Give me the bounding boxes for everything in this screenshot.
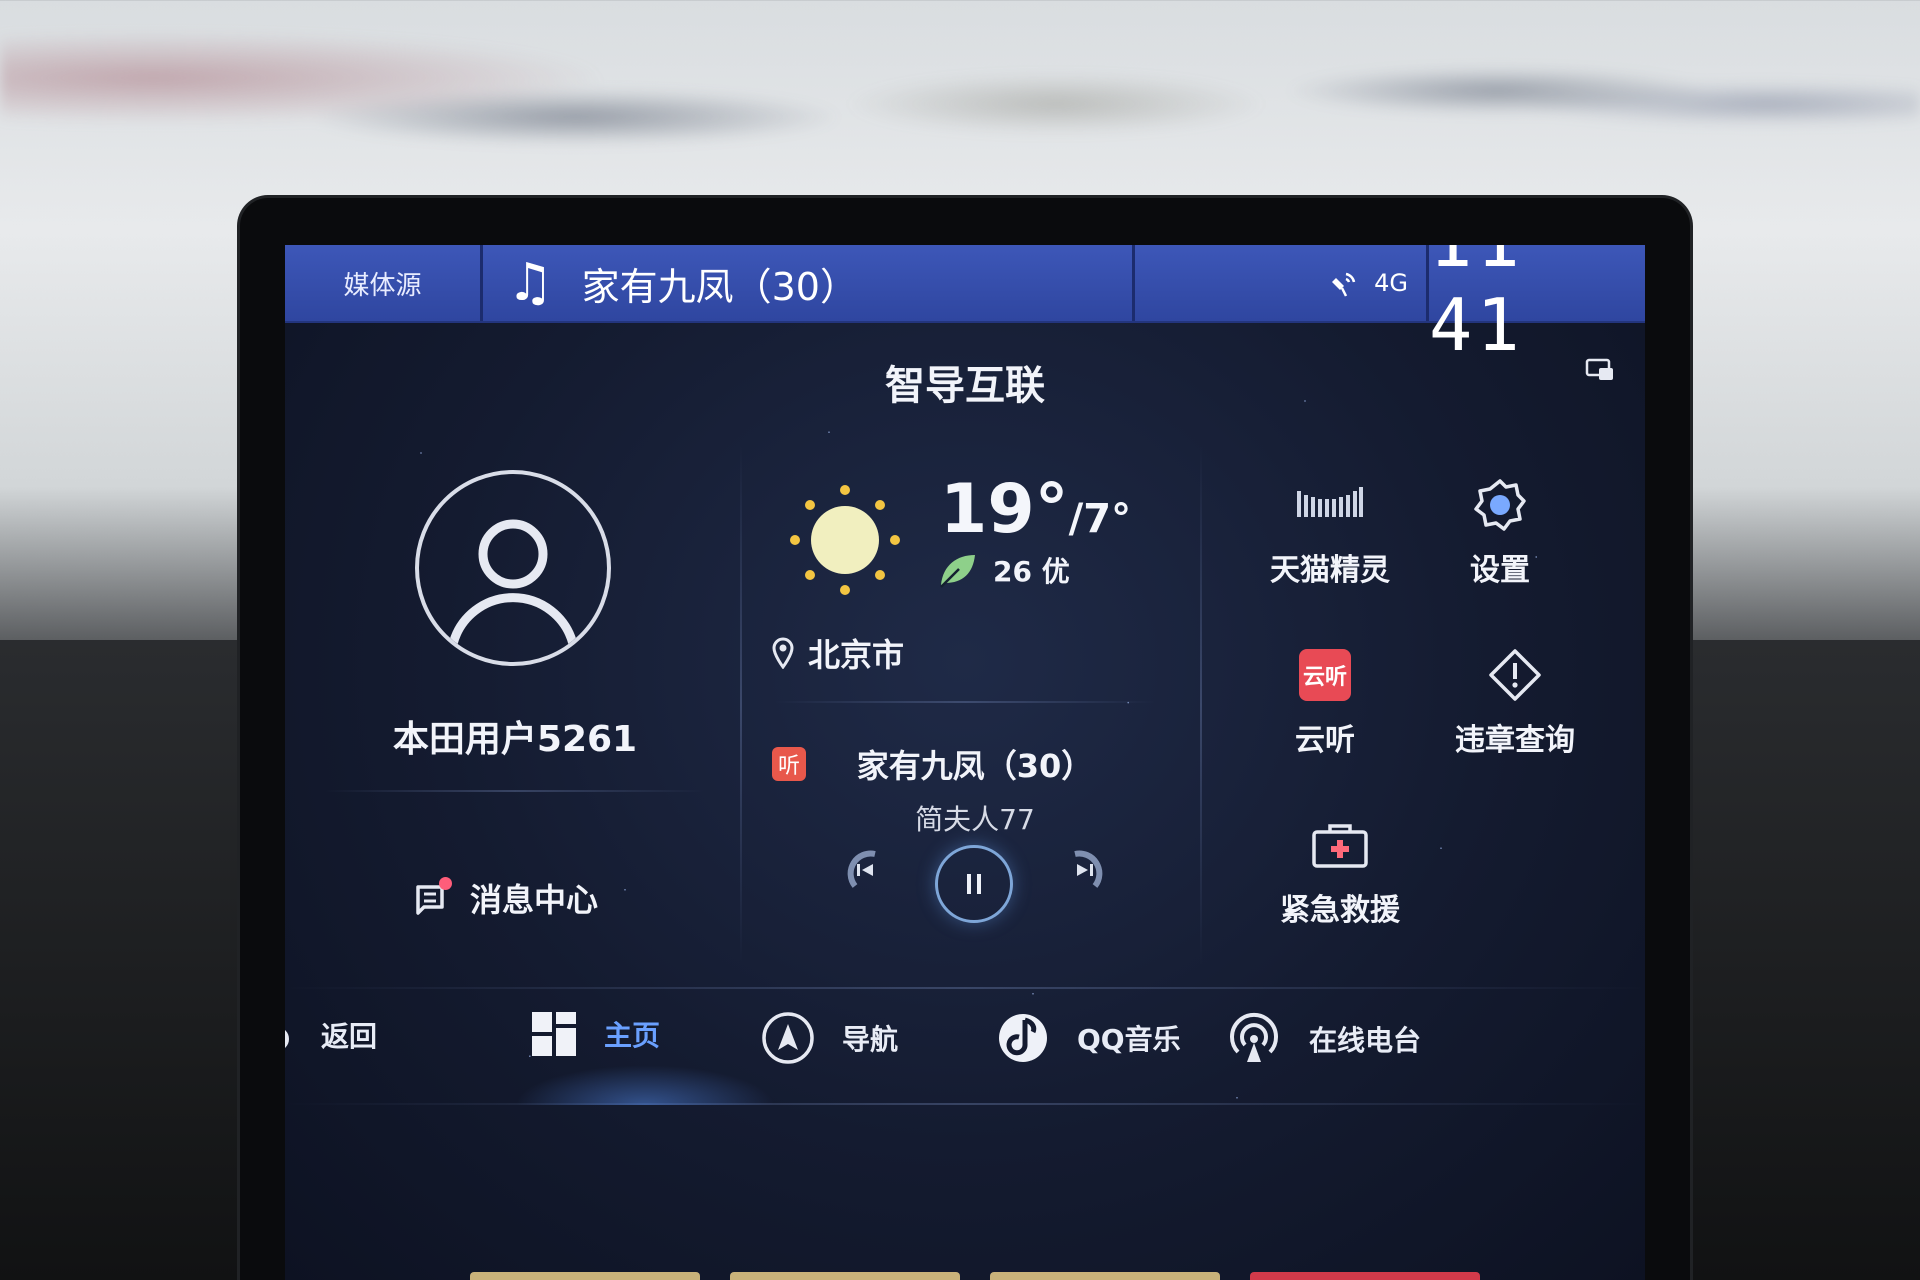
- sunny-weather-icon: [790, 485, 900, 595]
- message-center-label: 消息中心: [470, 881, 599, 919]
- radio-broadcast-icon: [1230, 1012, 1278, 1062]
- warning-diamond-icon: [1480, 645, 1550, 705]
- back-arrow-icon: [285, 1030, 289, 1048]
- connectivity-status: 4G: [1135, 245, 1429, 321]
- music-note-icon: ♫: [507, 253, 554, 313]
- app-label: 设置: [1470, 553, 1530, 588]
- next-track-button[interactable]: [1060, 845, 1110, 895]
- app-yunting[interactable]: 云听 云听: [1290, 645, 1360, 759]
- lower-tab[interactable]: [990, 1272, 1220, 1280]
- media-source-label: 媒体源: [343, 270, 422, 301]
- network-type: 4G: [1374, 269, 1408, 297]
- active-tab-glow: [515, 1065, 775, 1105]
- app-label: 紧急救援: [1280, 893, 1400, 928]
- yunting-icon: 云听: [1290, 645, 1360, 705]
- lower-tab[interactable]: [1250, 1272, 1480, 1280]
- app-label: 违章查询: [1455, 723, 1575, 758]
- dock-qq-music-button[interactable]: QQ音乐: [995, 1010, 1181, 1066]
- app-settings[interactable]: 设置: [1465, 475, 1535, 589]
- status-bar: 媒体源 ♫ 家有九凤（30） 4G 11 41: [285, 245, 1645, 367]
- dock-navigation-button[interactable]: 导航: [760, 1010, 898, 1066]
- notification-dot: [439, 877, 452, 890]
- user-avatar[interactable]: [415, 470, 611, 666]
- row-divider: [325, 790, 705, 792]
- app-label: 云听: [1295, 723, 1355, 758]
- navigation-icon: [762, 1012, 814, 1064]
- media-source-button[interactable]: 媒体源: [285, 245, 483, 321]
- app-violation-query[interactable]: 违章查询: [1455, 645, 1575, 759]
- play-pause-button[interactable]: [935, 845, 1013, 923]
- message-icon: [410, 877, 452, 919]
- clock: 11 41: [1429, 245, 1645, 367]
- city-name: 北京市: [808, 636, 905, 674]
- song-title: 家有九凤（30）: [856, 747, 1094, 785]
- user-avatar-icon: [448, 519, 578, 646]
- row-divider: [775, 701, 1155, 703]
- location-pin-icon: [772, 637, 794, 669]
- lower-tab-strip: [285, 1260, 1645, 1280]
- dock-back-button[interactable]: 返回: [285, 1015, 377, 1055]
- temperature-low: 7°: [1083, 496, 1132, 542]
- column-divider: [1200, 445, 1202, 965]
- temperature: 19°/7°: [940, 470, 1132, 549]
- screen-mode-icon[interactable]: [1585, 357, 1615, 383]
- page-title: 智导互联: [885, 363, 1045, 409]
- pause-icon: [967, 874, 981, 894]
- dock-navigation-label: 导航: [842, 1023, 899, 1056]
- qq-music-icon: [999, 1014, 1047, 1062]
- message-center-button[interactable]: 消息中心: [410, 875, 598, 921]
- lower-tab[interactable]: [730, 1272, 960, 1280]
- dock-online-radio-label: 在线电台: [1309, 1024, 1422, 1057]
- city-location[interactable]: 北京市: [772, 630, 904, 676]
- app-emergency-rescue[interactable]: 紧急救援: [1280, 815, 1400, 929]
- dock-home-button[interactable]: 主页: [530, 1010, 660, 1058]
- song-artist: 简夫人77: [915, 803, 1035, 836]
- dock-home-label: 主页: [604, 1019, 661, 1052]
- infotainment-screen: 媒体源 ♫ 家有九凤（30） 4G 11 41 智导互联: [285, 245, 1645, 1280]
- music-source-badge: 听: [772, 747, 806, 781]
- yunting-badge: 云听: [1299, 649, 1351, 701]
- app-tmall-genie[interactable]: 天猫精灵: [1270, 475, 1390, 589]
- previous-track-button[interactable]: [840, 845, 890, 895]
- first-aid-kit-icon: [1305, 815, 1375, 875]
- app-label: 天猫精灵: [1270, 553, 1390, 588]
- previous-track-icon: [847, 850, 876, 888]
- column-divider: [740, 445, 742, 965]
- next-track-icon: [1074, 850, 1103, 888]
- aqi-value: 26 优: [993, 555, 1070, 588]
- home-grid-icon: [532, 1012, 576, 1056]
- leaf-icon: [940, 555, 975, 588]
- clock-time: 11 41: [1429, 245, 1524, 367]
- dock-back-label: 返回: [321, 1020, 378, 1053]
- dock-divider: [285, 1103, 1645, 1105]
- temperature-high: 19°: [940, 470, 1069, 549]
- dock-online-radio-button[interactable]: 在线电台: [1225, 1010, 1421, 1068]
- username[interactable]: 本田用户5261: [340, 710, 690, 762]
- air-quality: 26 优: [937, 550, 1070, 590]
- now-playing-bar[interactable]: ♫ 家有九凤（30）: [483, 245, 1135, 321]
- lower-tab[interactable]: [470, 1272, 700, 1280]
- satellite-signal-icon: [1332, 272, 1356, 297]
- dock-qq-music-label: QQ音乐: [1077, 1023, 1181, 1056]
- dock-divider: [285, 987, 1645, 989]
- settings-gear-icon: [1465, 475, 1535, 535]
- now-playing-title: 家有九凤（30）: [581, 264, 858, 309]
- tmall-genie-icon: [1295, 475, 1365, 535]
